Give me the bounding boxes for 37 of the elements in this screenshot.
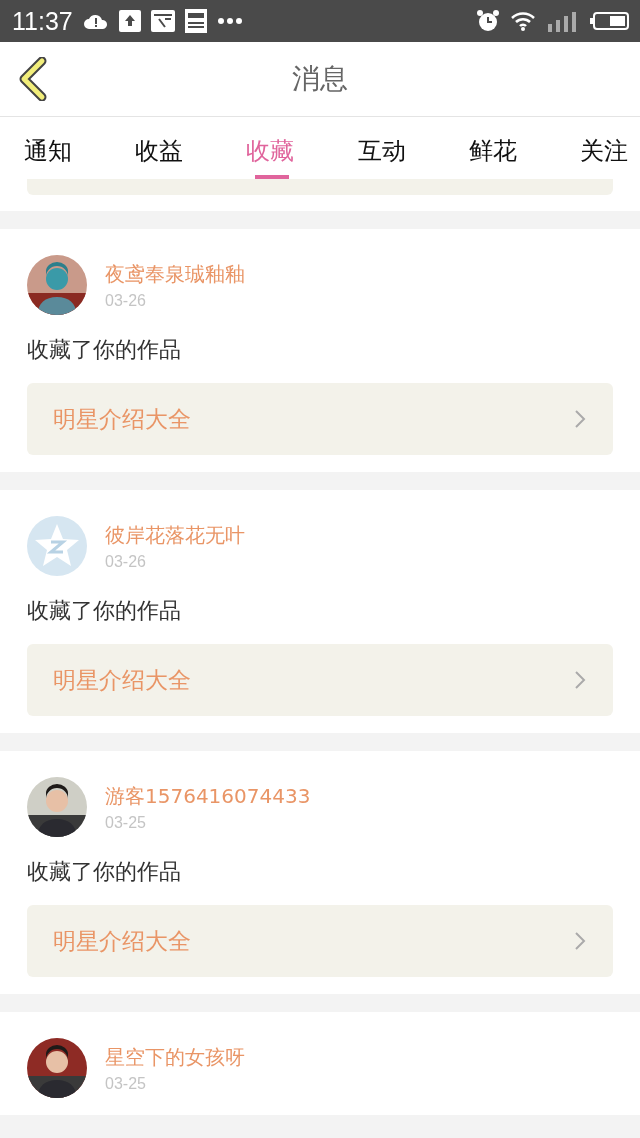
message-date: 03-26 — [105, 291, 147, 310]
tab[interactable]: 收益 — [135, 117, 184, 179]
user-name[interactable]: 星空下的女孩呀 — [105, 1043, 245, 1071]
chevron-right-icon — [573, 408, 587, 430]
message-text: 收藏了你的作品 — [27, 336, 182, 364]
cloud-alert-icon — [82, 12, 109, 30]
tab[interactable]: 互动 — [357, 117, 406, 179]
more-icon — [216, 17, 243, 25]
tab[interactable]: 通知 — [24, 117, 72, 179]
user-name[interactable]: 彼岸花落花无叶 — [105, 521, 245, 549]
work-card[interactable]: 明星介绍大全 — [27, 644, 613, 716]
back-icon[interactable] — [18, 57, 48, 101]
clock-time: 11:37 — [12, 6, 73, 36]
alarm-icon — [476, 9, 500, 33]
tab[interactable]: 鲜花 — [468, 117, 517, 179]
message-date: 03-25 — [105, 813, 147, 832]
work-title: 明星介绍大全 — [53, 926, 191, 956]
page-title: 消息 — [292, 61, 348, 97]
chevron-right-icon — [573, 930, 587, 952]
message-text: 收藏了你的作品 — [27, 858, 182, 886]
work-title: 明星介绍大全 — [53, 665, 191, 695]
message-date: 03-25 — [105, 1074, 147, 1093]
work-card[interactable]: 明星介绍大全 — [27, 383, 613, 455]
message-text: 收藏了你的作品 — [27, 597, 182, 625]
tab[interactable]: 收藏 — [246, 117, 295, 179]
chevron-right-icon — [573, 669, 587, 691]
work-title: 明星介绍大全 — [53, 404, 191, 434]
user-name[interactable]: 游客1576416074433 — [105, 782, 311, 810]
tab[interactable]: 关注 — [579, 117, 628, 179]
battery-icon — [590, 11, 630, 31]
upload-icon — [118, 10, 141, 32]
wifi-icon — [510, 11, 536, 31]
star-avatar-icon — [27, 516, 87, 576]
work-card[interactable]: 明星介绍大全 — [27, 905, 613, 977]
user-name[interactable]: 夜鸢奉泉珹釉釉 — [105, 260, 245, 288]
message-date: 03-26 — [105, 552, 147, 571]
newspaper-icon — [184, 9, 207, 33]
